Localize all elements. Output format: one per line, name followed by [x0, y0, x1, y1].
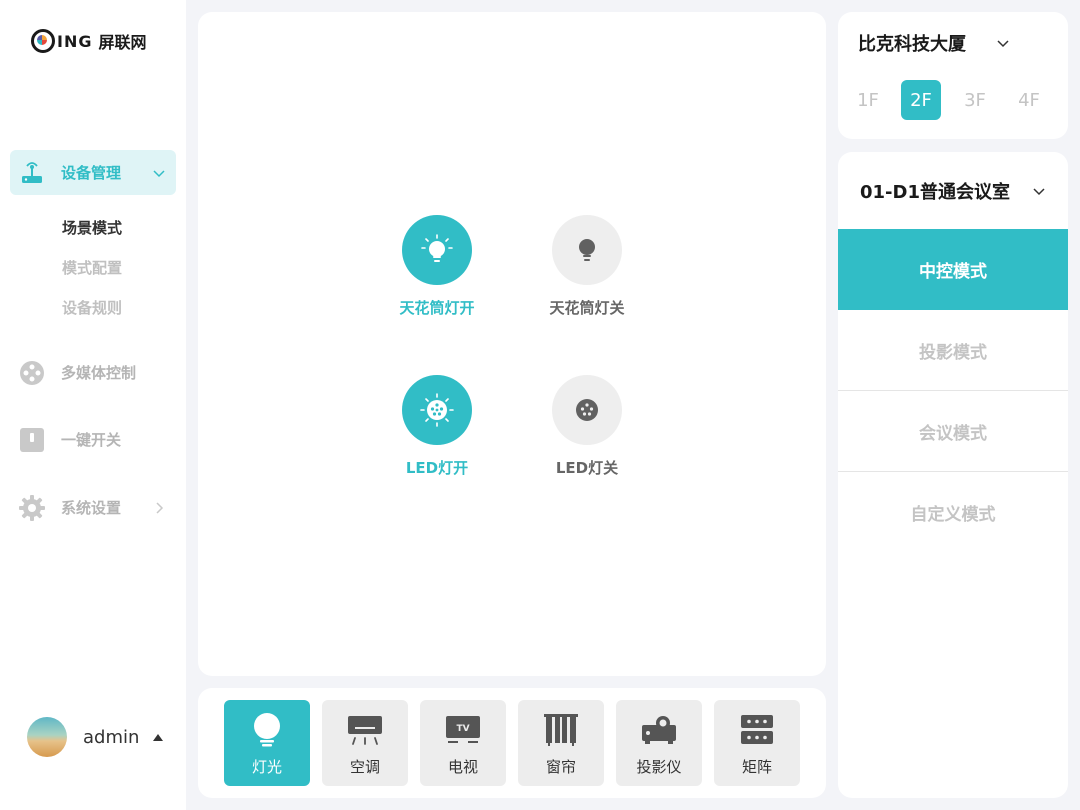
- floor-4f[interactable]: 4F: [1009, 80, 1049, 120]
- submenu-mode-config[interactable]: 模式配置: [62, 257, 122, 278]
- control-panel: 天花筒灯开 天花筒灯关 LED灯开 LED灯关: [198, 12, 826, 676]
- bulb-on-icon: [402, 215, 472, 285]
- chevron-down-icon[interactable]: [996, 36, 1010, 50]
- device-tab-air-conditioner[interactable]: 空调: [322, 700, 408, 786]
- sidebar: ING 屏联网 设备管理 场景模式 模式配置 设备规则 多媒体控制 一键开关 系…: [0, 0, 186, 810]
- building-name[interactable]: 比克科技大厦: [858, 30, 966, 56]
- menu-label: 系统设置: [61, 499, 122, 517]
- device-tab-label: 空调: [349, 758, 380, 776]
- curtain-icon: [518, 710, 604, 750]
- led-light-on-control[interactable]: LED灯开: [377, 375, 497, 478]
- router-icon: [19, 160, 45, 186]
- mode-projection[interactable]: 投影模式: [838, 310, 1068, 391]
- device-tab-label: 矩阵: [741, 758, 772, 776]
- device-tab-label: 灯光: [251, 758, 282, 776]
- device-tab-tv[interactable]: TV 电视: [420, 700, 506, 786]
- chevron-right-icon: [156, 502, 164, 514]
- bulb-off-icon: [552, 215, 622, 285]
- logo-mark-icon: [31, 29, 55, 53]
- chevron-down-icon: [153, 170, 165, 178]
- gear-icon: [19, 494, 45, 521]
- projector-icon: [616, 710, 702, 750]
- room-name[interactable]: 01-D1普通会议室: [860, 178, 1010, 204]
- logo-text-en: ING: [57, 31, 93, 51]
- air-conditioner-icon: [322, 710, 408, 750]
- ceiling-light-on-control[interactable]: 天花筒灯开: [377, 215, 497, 318]
- submenu-device-rules[interactable]: 设备规则: [62, 297, 122, 318]
- floor-2f[interactable]: 2F: [901, 80, 941, 120]
- film-reel-icon: [19, 360, 45, 386]
- device-tab-curtain[interactable]: 窗帘: [518, 700, 604, 786]
- matrix-icon: [714, 710, 800, 750]
- tv-icon: TV: [420, 710, 506, 750]
- logo-text-cn: 屏联网: [98, 33, 147, 52]
- chevron-down-icon[interactable]: [1032, 184, 1046, 198]
- menu-label: 多媒体控制: [61, 364, 137, 382]
- device-tab-label: 投影仪: [636, 758, 682, 776]
- device-tab-label: 窗帘: [545, 758, 576, 776]
- username: admin: [83, 726, 140, 748]
- menu-device-management[interactable]: 设备管理: [10, 150, 176, 195]
- menu-label: 设备管理: [61, 164, 122, 182]
- switch-icon: [19, 427, 45, 453]
- device-tab-matrix[interactable]: 矩阵: [714, 700, 800, 786]
- device-tab-lighting[interactable]: 灯光: [224, 700, 310, 786]
- led-off-icon: [552, 375, 622, 445]
- ceiling-light-off-control[interactable]: 天花筒灯关: [527, 215, 647, 318]
- control-label: LED灯关: [555, 459, 619, 477]
- menu-label: 一键开关: [61, 431, 122, 449]
- user-menu[interactable]: admin: [27, 717, 164, 757]
- lightbulb-icon: [224, 710, 310, 750]
- building-selector: 比克科技大厦 1F 2F 3F 4F: [838, 12, 1068, 139]
- submenu-scene-mode[interactable]: 场景模式: [62, 217, 122, 238]
- device-category-bar: 灯光 空调 TV 电视 窗帘 投影仪 矩阵: [198, 688, 826, 798]
- logo: ING 屏联网: [31, 27, 147, 55]
- floor-1f[interactable]: 1F: [848, 80, 888, 120]
- device-tab-projector[interactable]: 投影仪: [616, 700, 702, 786]
- room-mode-panel: 01-D1普通会议室 中控模式 投影模式 会议模式 自定义模式: [838, 152, 1068, 798]
- device-tab-label: 电视: [447, 758, 478, 776]
- menu-system-settings[interactable]: 系统设置: [10, 485, 176, 530]
- svg-text:TV: TV: [456, 724, 469, 734]
- led-on-icon: [402, 375, 472, 445]
- mode-meeting[interactable]: 会议模式: [838, 391, 1068, 472]
- mode-custom[interactable]: 自定义模式: [838, 472, 1068, 553]
- mode-central-control[interactable]: 中控模式: [838, 229, 1068, 310]
- led-light-off-control[interactable]: LED灯关: [527, 375, 647, 478]
- control-label: 天花筒灯关: [549, 299, 625, 317]
- control-label: LED灯开: [405, 459, 469, 477]
- avatar: [27, 717, 67, 757]
- menu-multimedia-control[interactable]: 多媒体控制: [10, 350, 176, 395]
- control-label: 天花筒灯开: [399, 299, 475, 317]
- menu-one-key-switch[interactable]: 一键开关: [10, 417, 176, 462]
- floor-3f[interactable]: 3F: [955, 80, 995, 120]
- caret-up-icon: [153, 733, 164, 741]
